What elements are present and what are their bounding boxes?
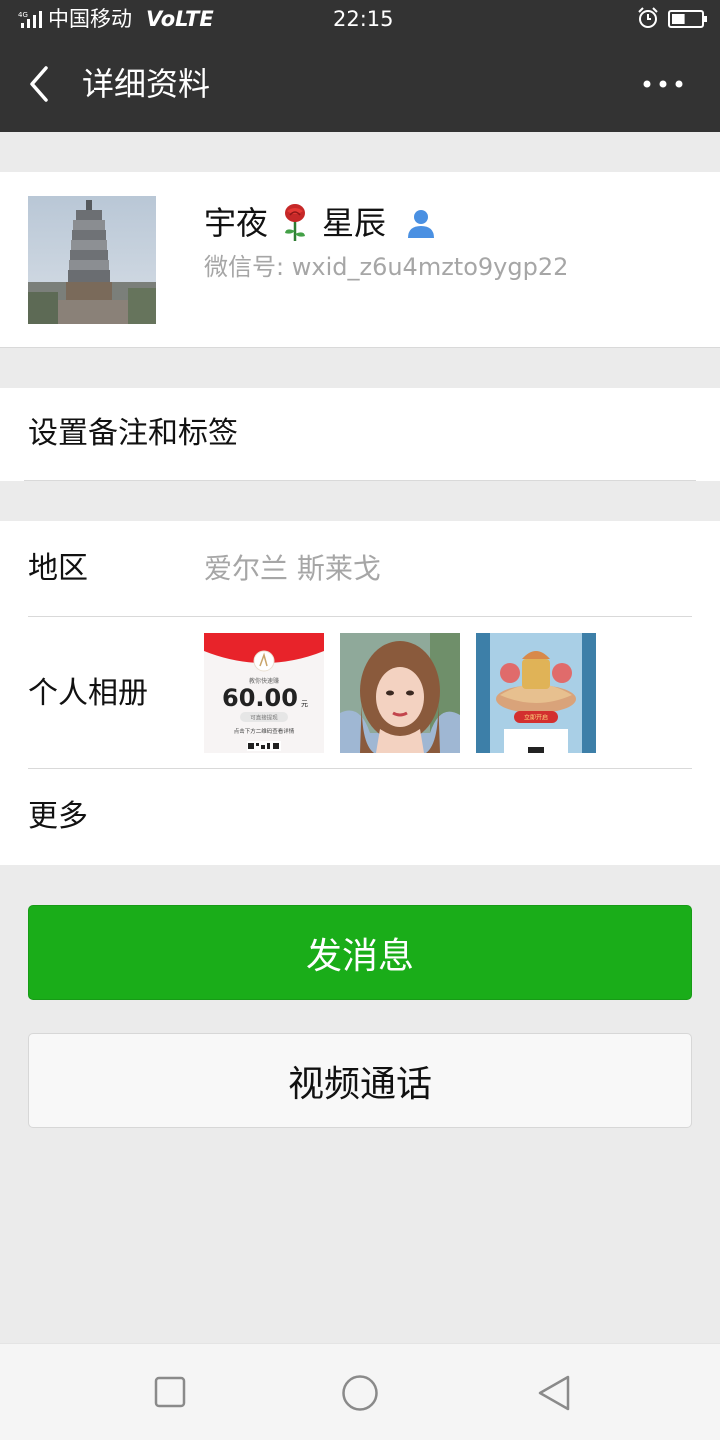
album-thumbnail-3[interactable]: 立即开启 xyxy=(476,633,596,753)
region-value: 爱尔兰 斯莱戈 xyxy=(204,552,381,585)
info-section: 地区 爱尔兰 斯莱戈 个人相册 教你快速赚 60.00 元 可直接提现 点击下方… xyxy=(0,521,720,865)
network-label: 4G xyxy=(18,11,28,19)
avatar-image xyxy=(28,196,156,324)
volte-label: VoLTE xyxy=(146,7,214,31)
more-label[interactable]: 更多 xyxy=(28,796,88,838)
home-icon[interactable] xyxy=(341,1374,379,1412)
nickname-part2: 星辰 xyxy=(322,204,387,242)
set-remark-tags-row[interactable]: 设置备注和标签 xyxy=(0,388,720,481)
recent-apps-icon[interactable] xyxy=(154,1376,186,1408)
battery-icon xyxy=(668,10,707,28)
avatar[interactable] xyxy=(28,196,156,324)
more-options-icon[interactable] xyxy=(640,72,686,96)
system-nav-bar xyxy=(0,1343,720,1440)
thumb1-button: 可直接提现 xyxy=(250,714,278,722)
signal-icon: 4G xyxy=(18,11,42,28)
status-bar: 4G 中国移动 VoLTE 22:15 xyxy=(0,0,720,38)
alarm-icon xyxy=(638,7,658,28)
header-bar: 详细资料 xyxy=(0,38,720,132)
page-title: 详细资料 xyxy=(82,65,211,103)
thumb1-unit: 元 xyxy=(301,700,308,708)
battery-fill xyxy=(672,14,685,24)
album-thumbnail-2[interactable] xyxy=(340,633,460,753)
thumb1-caption: 点击下方二维码查看详情 xyxy=(234,727,295,735)
set-remark-tags-label: 设置备注和标签 xyxy=(28,416,238,451)
divider xyxy=(28,616,692,617)
divider xyxy=(24,480,696,481)
divider xyxy=(28,768,692,769)
thumb1-amount: 60.00 xyxy=(222,684,298,712)
wechat-id-value: wxid_z6u4mzto9ygp22 xyxy=(291,253,569,281)
back-arrow-icon[interactable] xyxy=(26,64,54,104)
carrier-name: 中国移动 xyxy=(48,7,132,31)
album-thumbnail-1[interactable]: 教你快速赚 60.00 元 可直接提现 点击下方二维码查看详情 xyxy=(204,633,324,753)
male-contact-icon xyxy=(408,210,435,238)
nav-back-icon[interactable] xyxy=(536,1374,572,1412)
thumb3-button: 立即开启 xyxy=(524,714,548,722)
nickname-part1: 宇夜 xyxy=(204,204,269,242)
region-label: 地区 xyxy=(28,551,88,586)
profile-card: 宇夜 星辰 微信号: wxid_z6u4mzto9ygp22 xyxy=(0,172,720,348)
name-row: 宇夜 星辰 xyxy=(204,200,438,246)
video-call-button[interactable]: 视频通话 xyxy=(28,1033,692,1128)
send-message-button[interactable]: 发消息 xyxy=(28,905,692,1000)
wechat-id-label: 微信号: xyxy=(204,253,285,281)
album-label[interactable]: 个人相册 xyxy=(28,673,148,715)
wechat-id-row: 微信号: wxid_z6u4mzto9ygp22 xyxy=(204,250,568,284)
rose-icon xyxy=(285,204,306,241)
clock: 22:15 xyxy=(333,7,394,31)
